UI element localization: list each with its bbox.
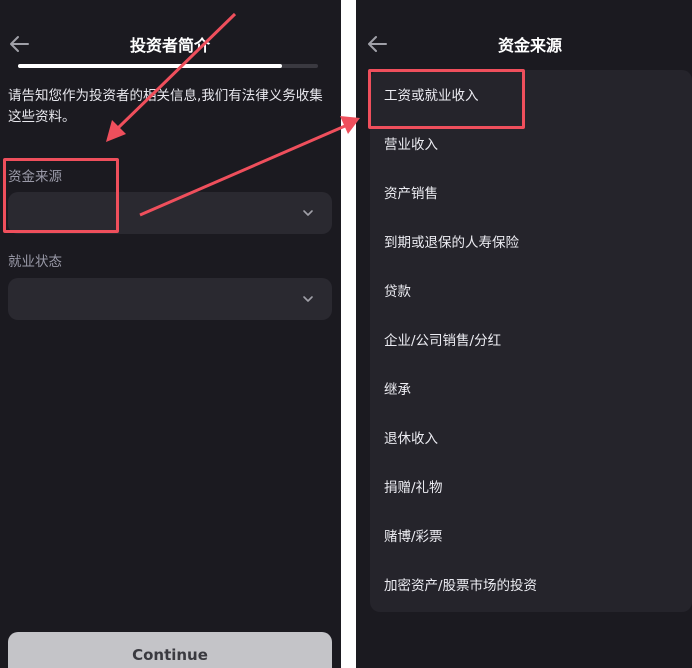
arrow-head-to-salary-option xyxy=(340,116,360,134)
arrow-line-to-fund-source xyxy=(116,12,237,130)
arrow-line-to-salary-option xyxy=(139,124,346,217)
annotation-arrows xyxy=(106,12,360,217)
